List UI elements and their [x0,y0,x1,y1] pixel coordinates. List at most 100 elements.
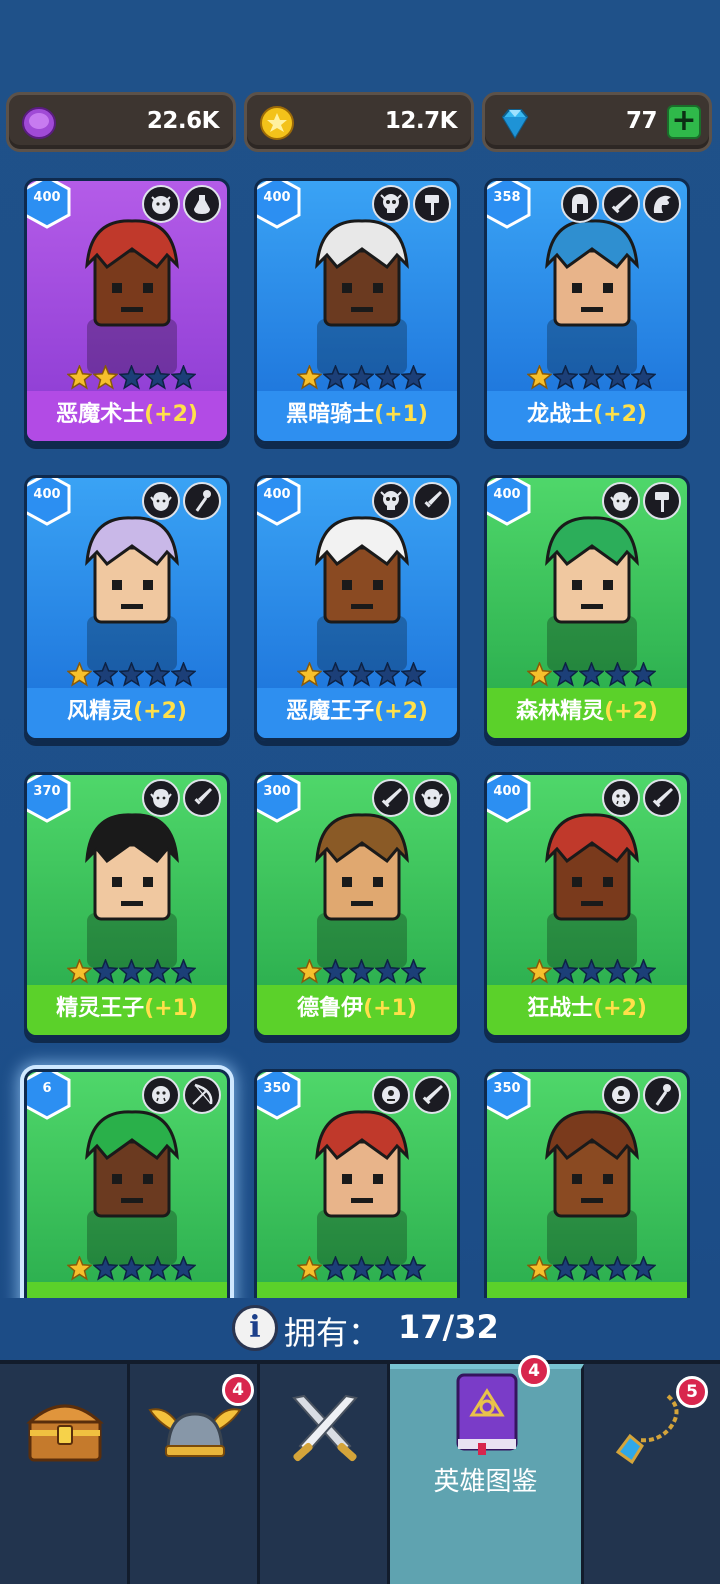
star-empty-icon [93,1256,118,1281]
hero-card[interactable]: 350 [484,1069,690,1298]
treasure-chest-icon [26,1404,104,1462]
star-filled-icon [67,959,92,984]
star-filled-icon [297,959,322,984]
star-empty-icon [401,1256,426,1281]
hero-portrait [315,219,409,374]
star-empty-icon [323,662,348,687]
star-empty-icon [145,365,170,390]
level-value: 400 [493,487,521,502]
staff-icon [643,1076,681,1114]
nav-item-battle[interactable] [260,1364,390,1584]
hero-card[interactable]: 400 狂战士(+2) [484,772,690,1038]
elixir-value: 22.6K [146,108,220,134]
star-empty-icon [119,959,144,984]
star-rating [527,959,656,985]
hero-portrait [85,1110,179,1265]
hero-name: 森林精灵 [516,699,605,724]
level-value: 370 [33,784,61,799]
star-empty-icon [349,1256,374,1281]
star-empty-icon [631,662,656,687]
nav-item-heroes[interactable]: 4 [130,1364,260,1584]
star-empty-icon [171,365,196,390]
star-filled-icon [527,662,552,687]
hero-card[interactable]: 358 龙战士(+2) [484,178,690,444]
level-badge: 300 [257,775,303,823]
star-empty-icon [323,1256,348,1281]
star-empty-icon [119,662,144,687]
staff-icon [183,482,221,520]
level-badge: 350 [257,1072,303,1120]
hero-name-bar [487,1282,687,1298]
hero-name-bar: 森林精灵(+2) [487,688,687,738]
sword-icon [643,779,681,817]
level-badge: 400 [487,775,533,823]
hero-card[interactable]: 400 恶魔王子(+2) [254,475,460,741]
class-badges [561,185,681,223]
star-rating [297,662,426,688]
cyclops-face-icon [602,1076,640,1114]
hero-book-badge: 4 [518,1355,550,1387]
level-value: 400 [263,487,291,502]
star-empty-icon [579,662,604,687]
star-empty-icon [553,959,578,984]
nav-item-hero-book[interactable]: 4 英雄图鉴 [390,1355,584,1584]
star-rating [297,959,426,985]
hero-bonus: (+2) [593,402,647,427]
gold-counter[interactable]: 12.7K [244,92,474,152]
star-filled-icon [93,365,118,390]
gold-coin-icon [260,106,294,140]
nav-item-chest[interactable] [0,1364,130,1584]
hero-card[interactable]: 400 黑暗骑士(+1) [254,178,460,444]
star-empty-icon [553,1256,578,1281]
level-badge: 350 [487,1072,533,1120]
hero-bonus: (+2) [604,699,658,724]
gems-counter[interactable]: 77 + [482,92,712,152]
class-badges [142,779,221,817]
star-empty-icon [579,959,604,984]
class-badges [372,1076,451,1114]
class-badges [602,482,681,520]
hero-bonus: (+1) [363,996,417,1021]
hero-card[interactable]: 6 [24,1069,230,1298]
nav-item-amulet[interactable]: 5 [584,1364,720,1584]
level-badge: 400 [257,478,303,526]
elixir-counter[interactable]: 22.6K [6,92,236,152]
hero-name-bar: 狂战士(+2) [487,985,687,1035]
star-empty-icon [171,959,196,984]
hero-card[interactable]: 400 风精灵(+2) [24,475,230,741]
star-empty-icon [631,365,656,390]
hero-portrait [545,516,639,671]
level-badge: 400 [257,181,303,229]
demon-face-icon [142,185,180,223]
star-filled-icon [67,1256,92,1281]
hero-name-bar: 精灵王子(+1) [27,985,227,1035]
add-gems-button[interactable]: + [667,105,701,139]
dragon-icon [643,185,681,223]
star-empty-icon [145,662,170,687]
level-value: 6 [42,1081,52,1096]
hero-name: 恶魔王子 [286,699,375,724]
hero-card[interactable]: 400 恶魔术士(+2) [24,178,230,444]
star-filled-icon [527,365,552,390]
gold-value: 12.7K [384,108,458,134]
level-badge: 358 [487,181,533,229]
hero-portrait [85,219,179,374]
skull-icon [372,482,410,520]
star-empty-icon [349,365,374,390]
info-icon[interactable] [232,1305,278,1351]
hero-card[interactable]: 370 精灵王子(+1) [24,772,230,1038]
star-filled-icon [67,662,92,687]
level-value: 350 [493,1081,521,1096]
star-rating [527,662,656,688]
elf-face-icon [602,482,640,520]
hero-bonus: (+2) [133,699,187,724]
hero-card[interactable]: 400 森林精灵(+2) [484,475,690,741]
hero-card[interactable]: 300 德鲁伊(+1) [254,772,460,1038]
sword-icon [413,1076,451,1114]
hero-name-bar [257,1282,457,1298]
class-badges [602,1076,681,1114]
hero-card[interactable]: 350 [254,1069,460,1298]
star-filled-icon [67,365,92,390]
star-filled-icon [527,959,552,984]
star-empty-icon [375,1256,400,1281]
